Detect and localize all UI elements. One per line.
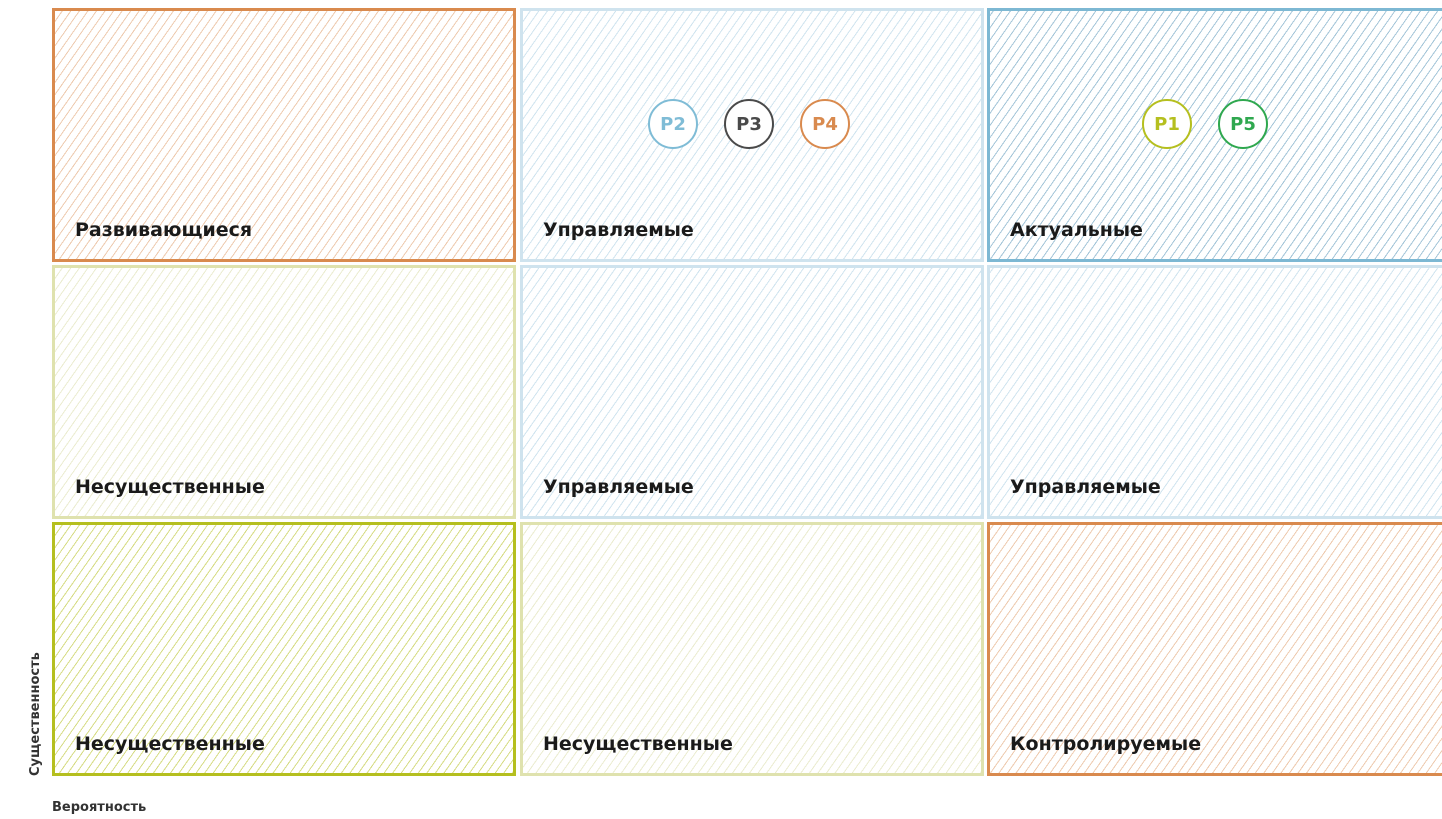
marker-p3[interactable]: P3 xyxy=(724,99,774,149)
matrix-cell-top-right: Актуальные xyxy=(987,8,1442,262)
matrix-cell-bottom-left: Несущественные xyxy=(52,522,516,776)
cell-label: Несущественные xyxy=(75,733,265,755)
x-axis-label: Вероятность xyxy=(52,800,147,815)
cell-label: Несущественные xyxy=(75,476,265,498)
matrix-cell-bottom-middle: Несущественные xyxy=(520,522,984,776)
cell-label: Актуальные xyxy=(1010,219,1143,241)
matrix-cell-middle-right: Управляемые xyxy=(987,265,1442,519)
matrix-cell-center: Управляемые xyxy=(520,265,984,519)
cell-label: Управляемые xyxy=(543,476,694,498)
y-axis-label: Существенность xyxy=(28,652,43,776)
marker-p5[interactable]: P5 xyxy=(1218,99,1268,149)
matrix-cell-middle-left: Несущественные xyxy=(52,265,516,519)
matrix-cell-bottom-right: Контролируемые xyxy=(987,522,1442,776)
cell-label: Несущественные xyxy=(543,733,733,755)
cell-label: Контролируемые xyxy=(1010,733,1202,755)
cell-label: Развивающиеся xyxy=(75,219,253,241)
cell-label: Управляемые xyxy=(543,219,694,241)
marker-p1[interactable]: P1 xyxy=(1142,99,1192,149)
marker-p2[interactable]: P2 xyxy=(648,99,698,149)
cell-label: Управляемые xyxy=(1010,476,1161,498)
matrix-cell-top-left: Развивающиеся xyxy=(52,8,516,262)
marker-p4[interactable]: P4 xyxy=(800,99,850,149)
